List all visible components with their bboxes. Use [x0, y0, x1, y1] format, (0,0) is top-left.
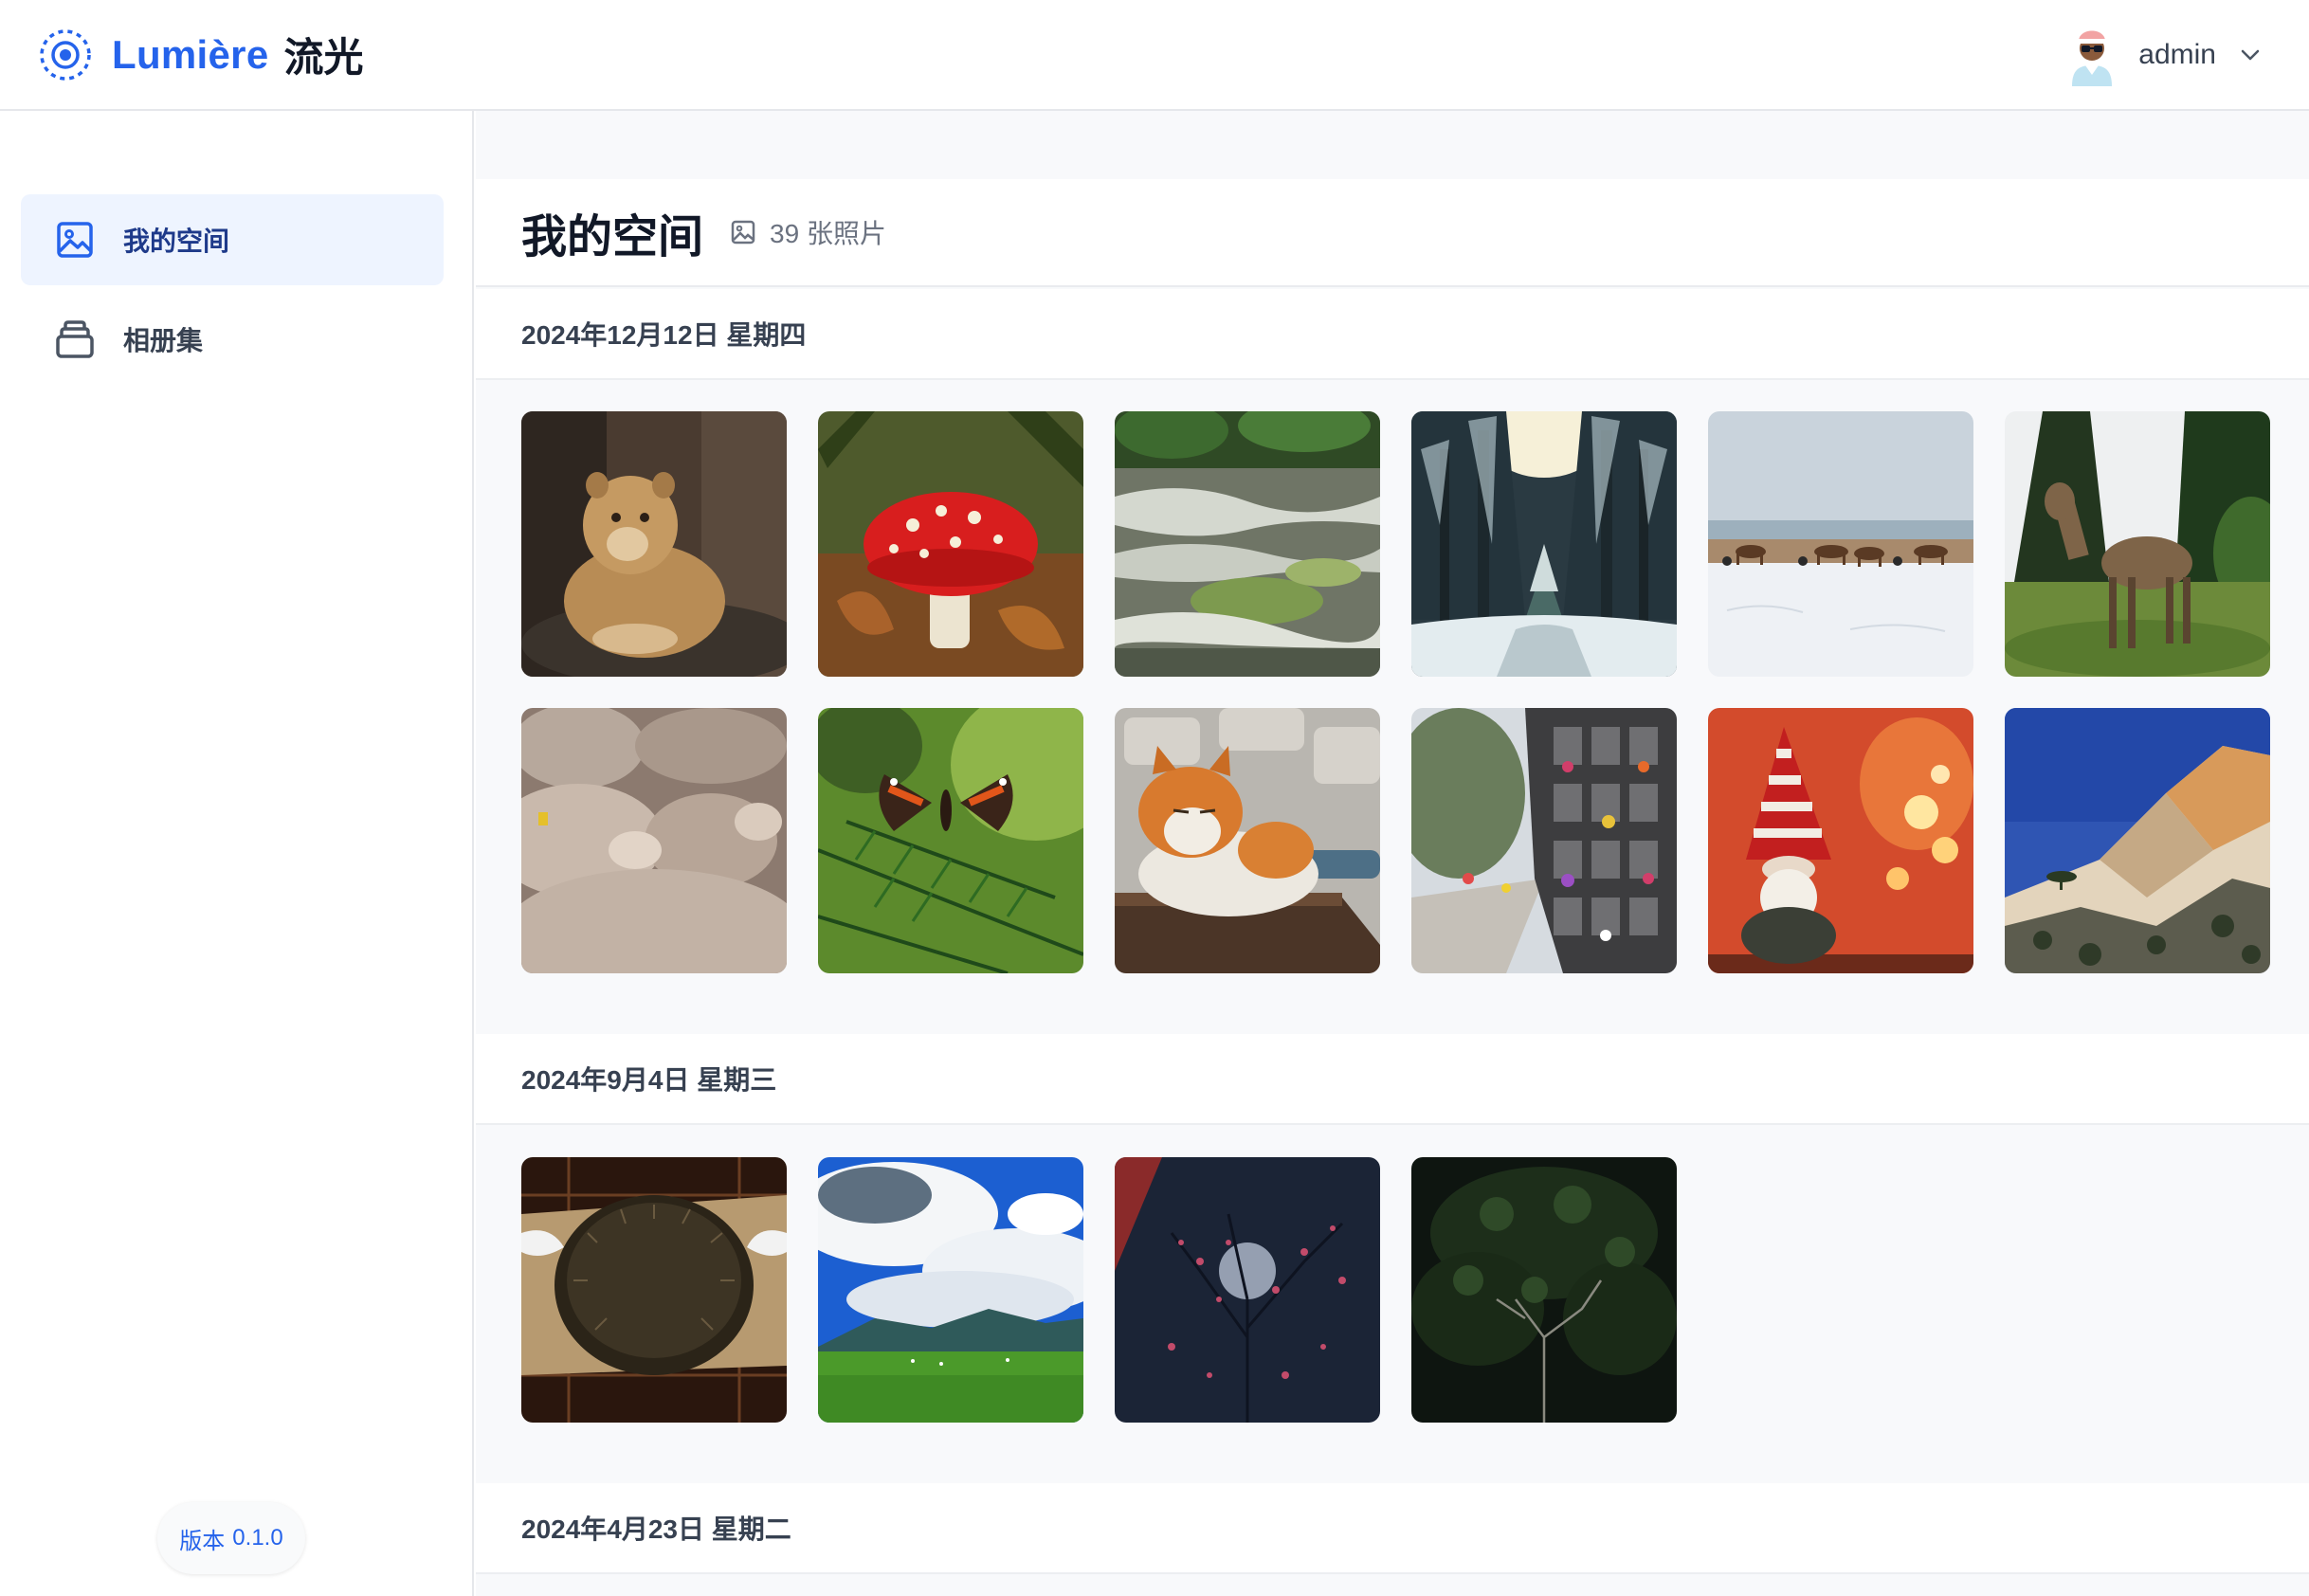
lumiere-logo-icon: [40, 28, 91, 81]
brand-name: Lumière: [112, 31, 269, 77]
sheep-photo: [521, 708, 787, 973]
photo-thumbnail[interactable]: [818, 708, 1083, 973]
photo-thumbnail[interactable]: [521, 1157, 787, 1423]
version-label: 版本: [179, 1528, 226, 1554]
harness-racing-photo: [1708, 411, 1973, 677]
photo-thumbnail[interactable]: [1115, 1157, 1380, 1423]
lioness-photo: [521, 411, 787, 677]
version-number: 0.1.0: [232, 1525, 283, 1551]
photo-thumbnail[interactable]: [2005, 708, 2270, 973]
cat-photo: [1115, 708, 1380, 973]
username: admin: [2138, 38, 2216, 70]
sidebar-item-my-space[interactable]: 我的空间: [21, 194, 444, 285]
version-badge: 版本 0.1.0: [157, 1502, 305, 1574]
hedgehog-sculpture-photo: [521, 1157, 787, 1423]
page-title: 我的空间: [521, 212, 704, 263]
avatar: [2072, 30, 2113, 86]
page-header: 我的空间 39 张照片: [476, 179, 2309, 287]
deer-photo: [2005, 411, 2270, 677]
photo-thumbnail[interactable]: [818, 1157, 1083, 1423]
sidebar: 我的空间 相册集 版本 0.1.0: [0, 111, 474, 1596]
photo-thumbnail[interactable]: [1708, 708, 1973, 973]
cemetery-flowers-photo: [1411, 708, 1677, 973]
photo-count-text: 39 张照片: [770, 219, 886, 248]
photo-thumbnail[interactable]: [521, 411, 787, 677]
blossom-tree-night-photo: [1115, 1157, 1380, 1423]
user-menu[interactable]: admin: [2066, 24, 2264, 86]
date-header: 2024年12月12日 星期四: [476, 289, 2309, 380]
photo-thumbnail[interactable]: [1115, 708, 1380, 973]
image-icon: [731, 220, 755, 245]
date-label: 2024年12月12日 星期四: [521, 320, 807, 350]
photo-thumbnail[interactable]: [1115, 411, 1380, 677]
blue-sky-landscape-photo: [818, 1157, 1083, 1423]
sidebar-item-albums[interactable]: 相册集: [21, 294, 444, 385]
butterfly-photo: [818, 708, 1083, 973]
photo-count: 39 张照片: [730, 213, 886, 251]
photo-thumbnail[interactable]: [1411, 708, 1677, 973]
photo-thumbnail[interactable]: [521, 708, 787, 973]
date-header: 2024年4月23日 星期二: [476, 1483, 2309, 1574]
photo-thumbnail[interactable]: [1411, 1157, 1677, 1423]
chevron-down-icon: [2241, 49, 2260, 60]
snowy-forest-photo: [1411, 411, 1677, 677]
photo-thumbnail[interactable]: [818, 411, 1083, 677]
album-stack-icon: [56, 320, 94, 358]
stream-photo: [1115, 411, 1380, 677]
sidebar-item-label: 我的空间: [123, 227, 230, 256]
photo-thumbnail[interactable]: [1708, 411, 1973, 677]
coastal-cliff-photo: [2005, 708, 2270, 973]
sidebar-item-label: 相册集: [123, 326, 204, 355]
image-icon: [57, 222, 93, 258]
dark-pine-tree-photo: [1411, 1157, 1677, 1423]
date-header: 2024年9月4日 星期三: [476, 1034, 2309, 1125]
brand[interactable]: Lumière 流光: [38, 26, 364, 83]
brand-name-chinese: 流光: [283, 35, 364, 80]
main-content: 我的空间 39 张照片 2024年12月12日 星期四 2024年9月4日 星期…: [476, 111, 2309, 1596]
photo-thumbnail[interactable]: [1411, 411, 1677, 677]
top-header: Lumière 流光 admin: [0, 0, 2309, 111]
date-label: 2024年9月4日 星期三: [521, 1065, 777, 1095]
mushroom-photo: [818, 411, 1083, 677]
date-label: 2024年4月23日 星期二: [521, 1514, 791, 1544]
christmas-gnome-photo: [1708, 708, 1973, 973]
photo-thumbnail[interactable]: [2005, 411, 2270, 677]
